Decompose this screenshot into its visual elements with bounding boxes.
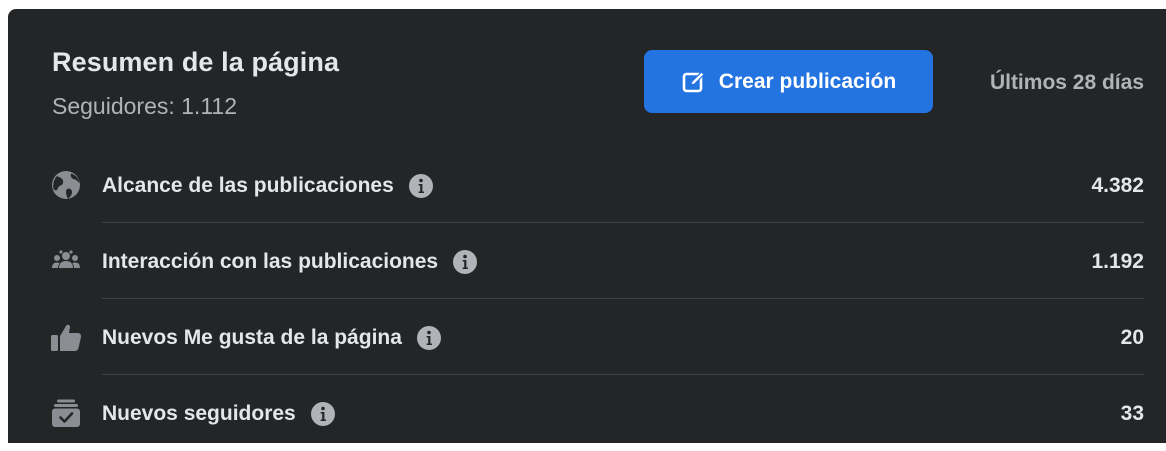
info-icon[interactable] <box>310 401 336 427</box>
metric-label: Alcance de las publicaciones <box>102 174 394 197</box>
metric-row-new-followers[interactable]: Nuevos seguidores 33 <box>8 375 1166 451</box>
page-summary-card: Resumen de la página Seguidores: 1.112 C… <box>8 9 1166 443</box>
globe-icon <box>50 169 82 201</box>
metric-row-reach[interactable]: Alcance de las publicaciones 4.382 <box>8 147 1166 223</box>
create-post-button[interactable]: Crear publicación <box>644 50 933 113</box>
info-icon[interactable] <box>416 325 442 351</box>
thumbs-up-icon <box>50 321 82 353</box>
metric-value: 33 <box>1120 402 1144 425</box>
page-title: Resumen de la página <box>52 47 340 77</box>
info-icon[interactable] <box>452 249 478 275</box>
metric-value: 1.192 <box>1091 250 1144 273</box>
info-icon[interactable] <box>408 173 434 199</box>
followers-count: Seguidores: 1.112 <box>52 93 237 119</box>
people-group-icon <box>50 245 82 277</box>
metric-label: Nuevos seguidores <box>102 402 296 425</box>
metric-value: 4.382 <box>1091 174 1144 197</box>
metric-label: Nuevos Me gusta de la página <box>102 326 402 349</box>
edit-icon <box>682 70 705 92</box>
metric-row-engagement[interactable]: Interacción con las publicaciones 1.192 <box>8 223 1166 299</box>
summary-header: Resumen de la página Seguidores: 1.112 C… <box>8 9 1166 147</box>
metric-row-page-likes[interactable]: Nuevos Me gusta de la página 20 <box>8 299 1166 375</box>
follow-box-icon <box>50 397 82 429</box>
create-post-label: Crear publicación <box>718 69 897 93</box>
metric-label: Interacción con las publicaciones <box>102 250 439 273</box>
period-selector[interactable]: Últimos 28 días <box>990 71 1144 95</box>
metric-value: 20 <box>1120 326 1144 349</box>
